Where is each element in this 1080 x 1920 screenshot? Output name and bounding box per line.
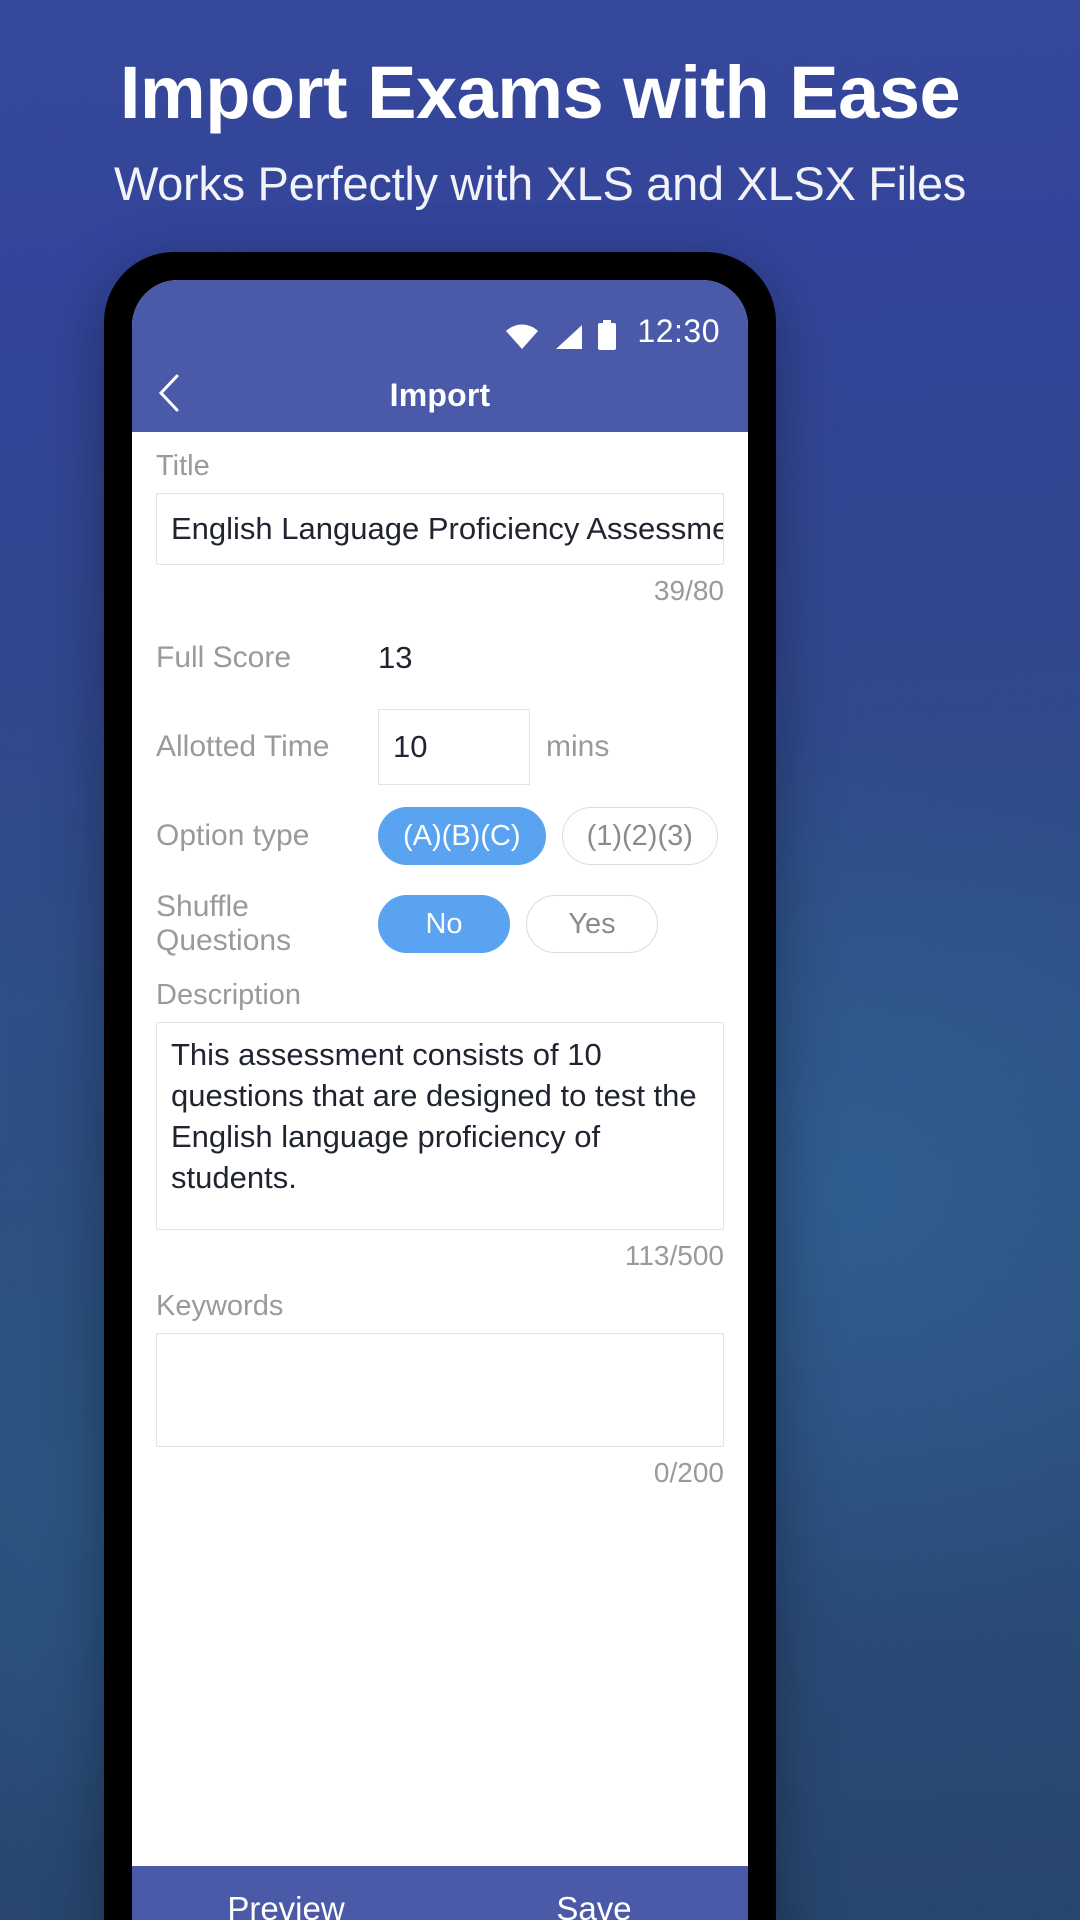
description-input[interactable]: This assessment consists of 10 questions… [156, 1022, 724, 1230]
cellular-signal-icon [553, 324, 583, 350]
shuffle-questions-row: Shuffle Questions No Yes [156, 887, 724, 961]
keywords-label: Keywords [156, 1290, 284, 1322]
shuffle-questions-no-button[interactable]: No [378, 895, 510, 953]
page-title: Import [389, 376, 491, 413]
shuffle-questions-segmented-control: No Yes [378, 895, 658, 953]
allotted-time-input[interactable]: 10 [378, 709, 530, 785]
description-counter: 113/500 [624, 1240, 724, 1271]
keywords-input[interactable] [156, 1333, 724, 1447]
allotted-time-unit: mins [546, 730, 610, 763]
full-score-row: Full Score 13 [156, 621, 724, 695]
promo-title: Import Exams with Ease [119, 51, 961, 134]
battery-icon [597, 320, 617, 350]
option-type-segmented-control: (A)(B)(C) (1)(2)(3) [378, 807, 718, 865]
title-label: Title [156, 450, 210, 482]
shuffle-questions-yes-button[interactable]: Yes [526, 895, 658, 953]
option-type-label: Option type [156, 819, 310, 852]
app-bar: Import [132, 358, 748, 432]
status-bar: 12:30 [132, 280, 748, 358]
keywords-counter: 0/200 [653, 1457, 724, 1488]
bottom-action-bar: Preview Save [132, 1866, 748, 1920]
description-label: Description [156, 979, 302, 1011]
option-type-123-button[interactable]: (1)(2)(3) [561, 807, 718, 865]
shuffle-questions-label: Shuffle Questions [156, 890, 292, 957]
allotted-time-label: Allotted Time [156, 730, 330, 763]
full-score-value: 13 [378, 640, 413, 675]
status-bar-clock: 12:30 [637, 313, 720, 349]
full-score-label: Full Score [156, 641, 292, 674]
save-button[interactable]: Save [440, 1890, 748, 1920]
title-input[interactable]: English Language Proficiency Assessment [156, 493, 724, 565]
preview-button[interactable]: Preview [132, 1890, 440, 1920]
phone-frame: 12:30 Import Title English Language Prof… [104, 252, 776, 1920]
import-form: Title English Language Proficiency Asses… [132, 432, 748, 1866]
phone-screen: 12:30 Import Title English Language Prof… [132, 280, 748, 1920]
allotted-time-row: Allotted Time 10 mins [156, 709, 724, 785]
option-type-abc-button[interactable]: (A)(B)(C) [378, 807, 546, 865]
option-type-row: Option type (A)(B)(C) (1)(2)(3) [156, 799, 724, 873]
promo-header: Import Exams with Ease Works Perfectly w… [0, 0, 1080, 210]
title-counter: 39/80 [653, 575, 724, 606]
wifi-icon [505, 324, 539, 350]
promo-subtitle: Works Perfectly with XLS and XLSX Files [113, 157, 967, 210]
